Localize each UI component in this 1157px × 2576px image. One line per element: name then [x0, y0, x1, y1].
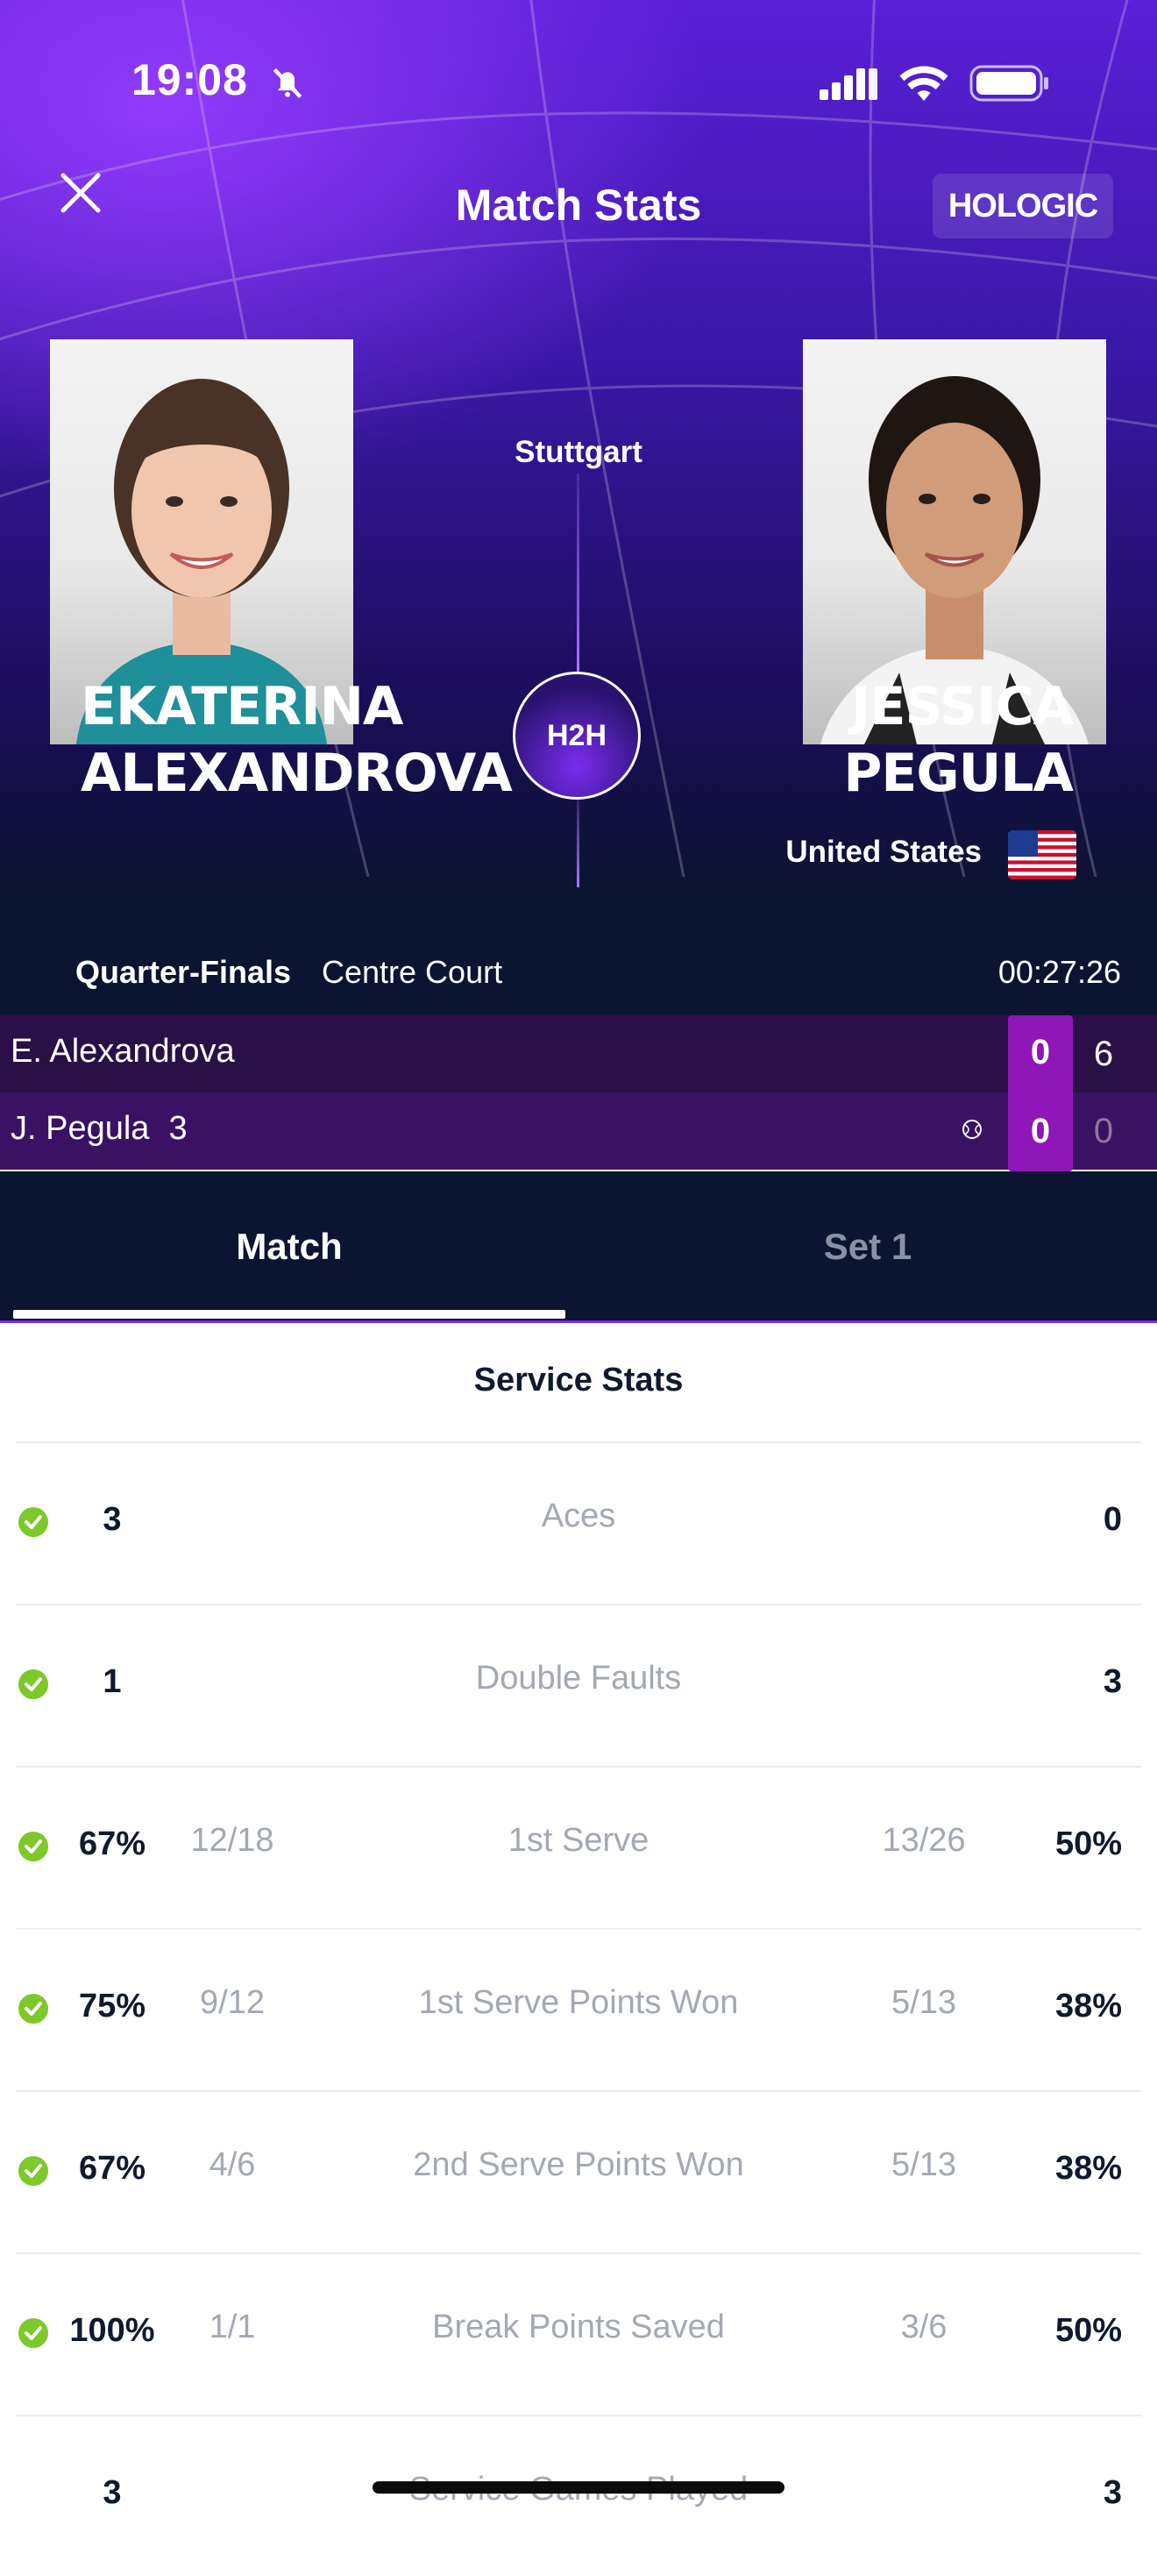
- us-flag-icon: [1008, 830, 1076, 879]
- stat-right-value: 0: [1103, 1501, 1122, 1538]
- stat-left-raw: 4/6: [209, 2146, 256, 2183]
- stat-label: Aces: [541, 1498, 616, 1534]
- stat-right-value: 50%: [1054, 1825, 1122, 1862]
- stat-label: Double Faults: [475, 1660, 682, 1697]
- player-name: J. Pegula: [11, 1110, 150, 1147]
- game-score-p1: 0: [1030, 1033, 1051, 1071]
- venue-label: Stuttgart: [515, 435, 642, 469]
- court-label: Centre Court: [322, 954, 503, 990]
- check-icon: [18, 1832, 48, 1861]
- stat-right-value: 38%: [1054, 1988, 1122, 2025]
- player-last-name: PEGULA: [843, 743, 1074, 804]
- stat-right-raw: 5/13: [891, 2146, 956, 2183]
- stat-left-value: 1: [103, 1663, 122, 1700]
- stat-left-value: 3: [103, 2474, 122, 2511]
- player-country: United States: [785, 835, 982, 869]
- stat-right-raw: 13/26: [882, 1822, 966, 1859]
- stat-row: 1 Double Faults 3: [0, 1604, 1157, 1765]
- match-duration: 00:27:26: [997, 954, 1121, 990]
- stat-left-raw: 12/18: [190, 1822, 274, 1859]
- set1-score-p1: 6: [1093, 1035, 1114, 1073]
- stat-label: 1st Serve: [508, 1822, 649, 1859]
- stat-left-value: 3: [103, 1501, 122, 1538]
- score-row-player1: E. Alexandrova: [0, 1015, 1157, 1092]
- stat-left-raw: 1/1: [209, 2309, 256, 2345]
- sponsor-logo: HOLOGIC: [933, 174, 1113, 238]
- divider-line-top: [577, 473, 579, 672]
- stat-left-value: 67%: [78, 2150, 146, 2187]
- check-icon: [18, 2318, 48, 2348]
- game-score-p2: 0: [1030, 1112, 1051, 1150]
- stat-right-value: 50%: [1054, 2312, 1122, 2349]
- stat-left-value: 75%: [78, 1988, 146, 2025]
- stat-row: 67% 4/6 2nd Serve Points Won 5/13 38%: [0, 2090, 1157, 2252]
- battery-icon: [969, 65, 1048, 102]
- tab-match[interactable]: Match: [0, 1226, 578, 1268]
- stat-right-value: 38%: [1054, 2150, 1122, 2187]
- h2h-button[interactable]: H2H: [513, 672, 641, 800]
- scoreboard-player-name: J. Pegula 3: [11, 1110, 188, 1148]
- active-tab-indicator: [13, 1310, 565, 1319]
- stat-row: 75% 9/12 1st Serve Points Won 5/13 38%: [0, 1928, 1157, 2089]
- current-game-column: 0 0: [1008, 1015, 1073, 1171]
- check-icon: [18, 1669, 48, 1699]
- cellular-signal-icon: [820, 68, 877, 100]
- tab-set-1[interactable]: Set 1: [578, 1226, 1157, 1268]
- stat-row: 100% 1/1 Break Points Saved 3/6 50%: [0, 2252, 1157, 2414]
- stat-label: Break Points Saved: [432, 2309, 725, 2345]
- stat-right-raw: 5/13: [891, 1984, 956, 2021]
- check-icon: [18, 2156, 48, 2186]
- player-seed: 3: [168, 1110, 188, 1147]
- check-icon: [18, 1994, 48, 2024]
- serving-ball-icon: [962, 1120, 982, 1139]
- home-indicator[interactable]: [373, 2481, 784, 2494]
- score-row-player2: J. Pegula 3: [0, 1092, 1157, 1170]
- stat-label: 1st Serve Points Won: [418, 1984, 739, 2021]
- player-first-name: EKATERINA: [81, 676, 403, 737]
- player-last-name: ALEXANDROVA: [81, 743, 513, 804]
- player-name-right[interactable]: JESSICA PEGULA: [843, 673, 1074, 807]
- stat-left-value: 67%: [78, 1825, 146, 1862]
- player-name-left[interactable]: EKATERINA ALEXANDROVA: [81, 673, 513, 807]
- check-icon: [18, 1507, 48, 1537]
- set1-score-p2: 0: [1093, 1112, 1114, 1150]
- section-title: Service Stats: [473, 1362, 684, 1398]
- stat-left-value: 100%: [69, 2312, 155, 2349]
- wifi-icon: [899, 66, 948, 101]
- stat-right-value: 3: [1103, 2474, 1122, 2511]
- stat-row: 3Service Games Played3: [0, 2415, 1157, 2576]
- stat-label: 2nd Serve Points Won: [413, 2146, 744, 2183]
- stat-row: 3 Aces 0: [0, 1441, 1157, 1603]
- bell-muted-icon: [273, 68, 302, 99]
- tab-divider: [0, 1320, 1157, 1323]
- stat-left-raw: 9/12: [200, 1984, 265, 2021]
- scoreboard-player-name: E. Alexandrova: [11, 1033, 235, 1070]
- stat-right-raw: 3/6: [900, 2309, 948, 2345]
- divider-line-bottom: [577, 800, 579, 887]
- stat-row: 67% 12/18 1st Serve 13/26 50%: [0, 1766, 1157, 1927]
- player-first-name: JESSICA: [851, 676, 1074, 737]
- round-label: Quarter-Finals: [75, 954, 292, 990]
- stat-right-value: 3: [1103, 1663, 1122, 1700]
- status-time: 19:08: [131, 55, 248, 104]
